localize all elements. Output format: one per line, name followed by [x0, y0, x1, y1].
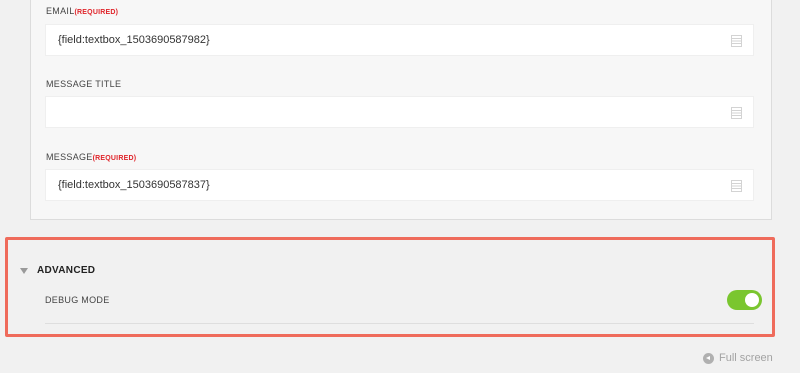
divider [45, 323, 754, 324]
merge-tag-icon[interactable] [731, 180, 742, 192]
chevron-down-icon[interactable] [20, 268, 28, 274]
merge-tag-icon[interactable] [731, 107, 742, 119]
required-badge: (REQUIRED) [92, 155, 137, 162]
email-label: EMAIL(REQUIRED) [46, 6, 119, 16]
required-badge: (REQUIRED) [74, 9, 119, 16]
merge-tag-icon[interactable] [731, 35, 742, 47]
email-field-value: {field:textbox_1503690587982} [58, 34, 210, 46]
message-title-field[interactable] [45, 96, 754, 128]
arrow-left-circle-icon [703, 352, 714, 364]
email-field[interactable]: {field:textbox_1503690587982} [45, 24, 754, 56]
message-label: MESSAGE(REQUIRED) [46, 152, 137, 162]
fullscreen-label: Full screen [719, 352, 773, 364]
message-title-label: MESSAGE TITLE [46, 79, 122, 89]
message-field-value: {field:textbox_1503690587837} [58, 179, 210, 191]
debug-mode-toggle[interactable] [727, 290, 762, 310]
advanced-section-title[interactable]: ADVANCED [37, 265, 95, 276]
debug-mode-label: DEBUG MODE [45, 295, 110, 305]
fullscreen-button[interactable]: Full screen [703, 352, 773, 364]
toggle-knob [745, 293, 759, 307]
advanced-highlight-box [5, 237, 775, 337]
message-field[interactable]: {field:textbox_1503690587837} [45, 169, 754, 201]
